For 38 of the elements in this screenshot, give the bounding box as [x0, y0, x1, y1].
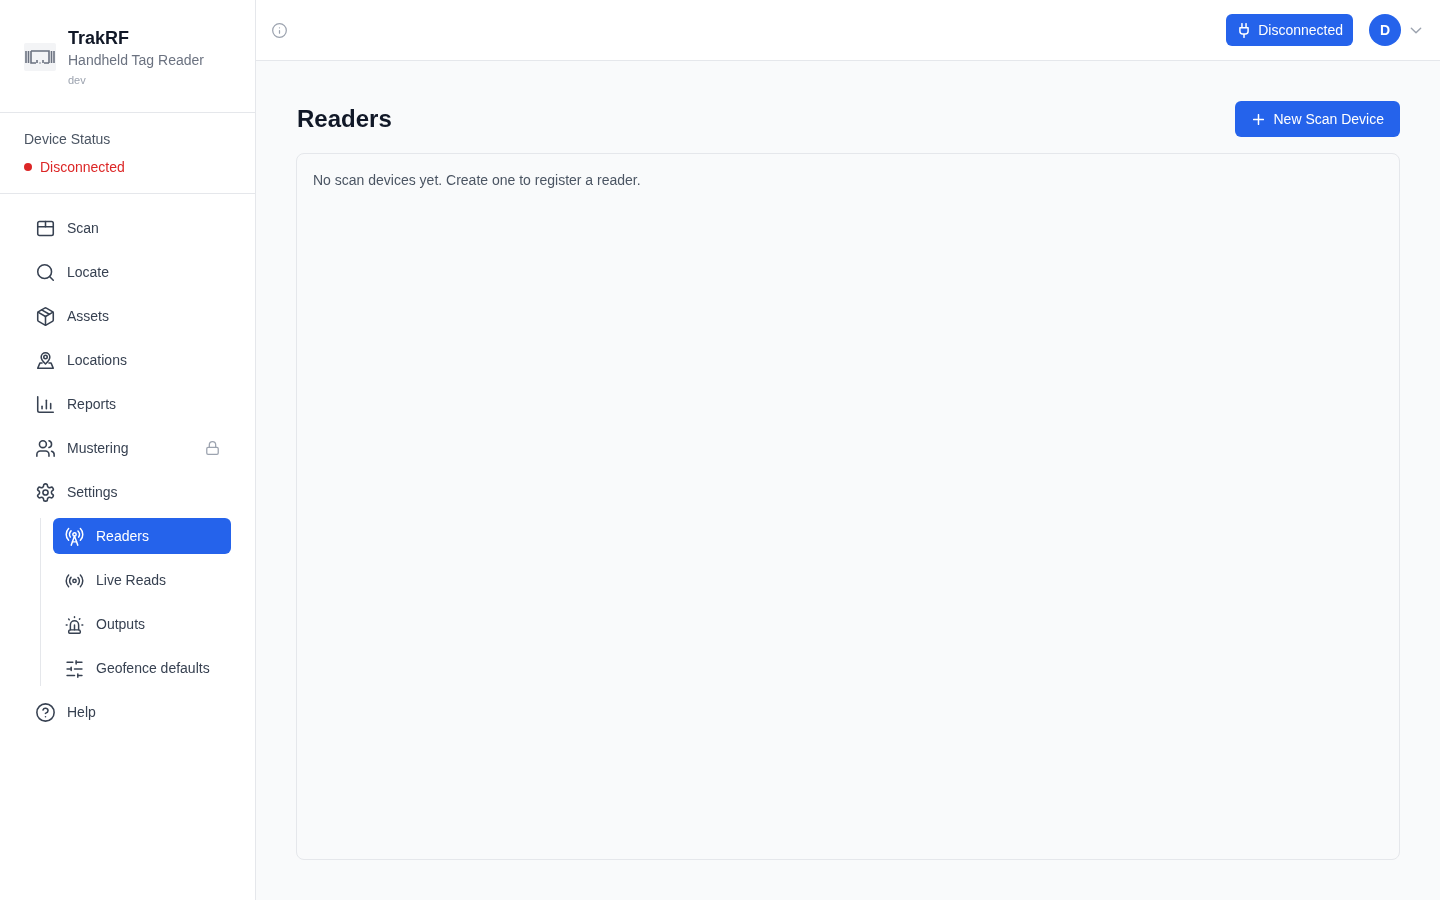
info-icon[interactable] [272, 22, 287, 38]
device-status-text: Disconnected [40, 158, 125, 177]
nav-item[interactable]: Geofence defaults [53, 650, 231, 686]
nav-item[interactable]: Locations [24, 342, 231, 378]
environment-label: dev [68, 73, 87, 88]
box-icon [36, 218, 55, 238]
search-icon [36, 262, 55, 282]
cube-icon [36, 306, 55, 326]
new-scan-device-button[interactable]: New Scan Device [1234, 101, 1400, 137]
nav-item[interactable]: Reports [24, 386, 231, 422]
siren-icon [65, 614, 84, 634]
avatar-button[interactable]: D [1369, 14, 1401, 46]
plus-icon [1252, 113, 1264, 125]
brand-subtitle: Handheld Tag Reader [68, 51, 204, 70]
nav-item[interactable]: Help [24, 694, 231, 730]
help-icon [36, 702, 55, 722]
nav-item[interactable]: Scan [24, 210, 231, 246]
nav-item[interactable]: Locate [24, 254, 231, 290]
empty-message: No scan devices yet. Create one to register a reader. [313, 171, 642, 190]
settings-icon [36, 482, 55, 502]
page-title: Readers [297, 105, 392, 133]
users-icon [36, 438, 55, 458]
connection-button[interactable]: Disconnected [1226, 14, 1353, 46]
device-status-label: Device Status [24, 130, 112, 149]
chevron-down-icon[interactable] [1410, 26, 1422, 34]
nav-item[interactable]: Outputs [53, 606, 231, 642]
nav-item[interactable]: Mustering [24, 430, 231, 466]
sliders-icon [65, 658, 84, 678]
antenna-icon [65, 526, 84, 546]
bar-chart-icon [36, 394, 55, 414]
nav-item[interactable]: Readers [53, 518, 231, 554]
nav-item[interactable]: Live Reads [53, 562, 231, 598]
map-pin-icon [36, 350, 55, 370]
nav-item[interactable]: Assets [24, 298, 231, 334]
plug-icon [1239, 22, 1250, 38]
logo-icon [24, 43, 56, 71]
brand-name: TrakRF [68, 27, 131, 50]
nav-item[interactable]: Settings [24, 474, 231, 510]
